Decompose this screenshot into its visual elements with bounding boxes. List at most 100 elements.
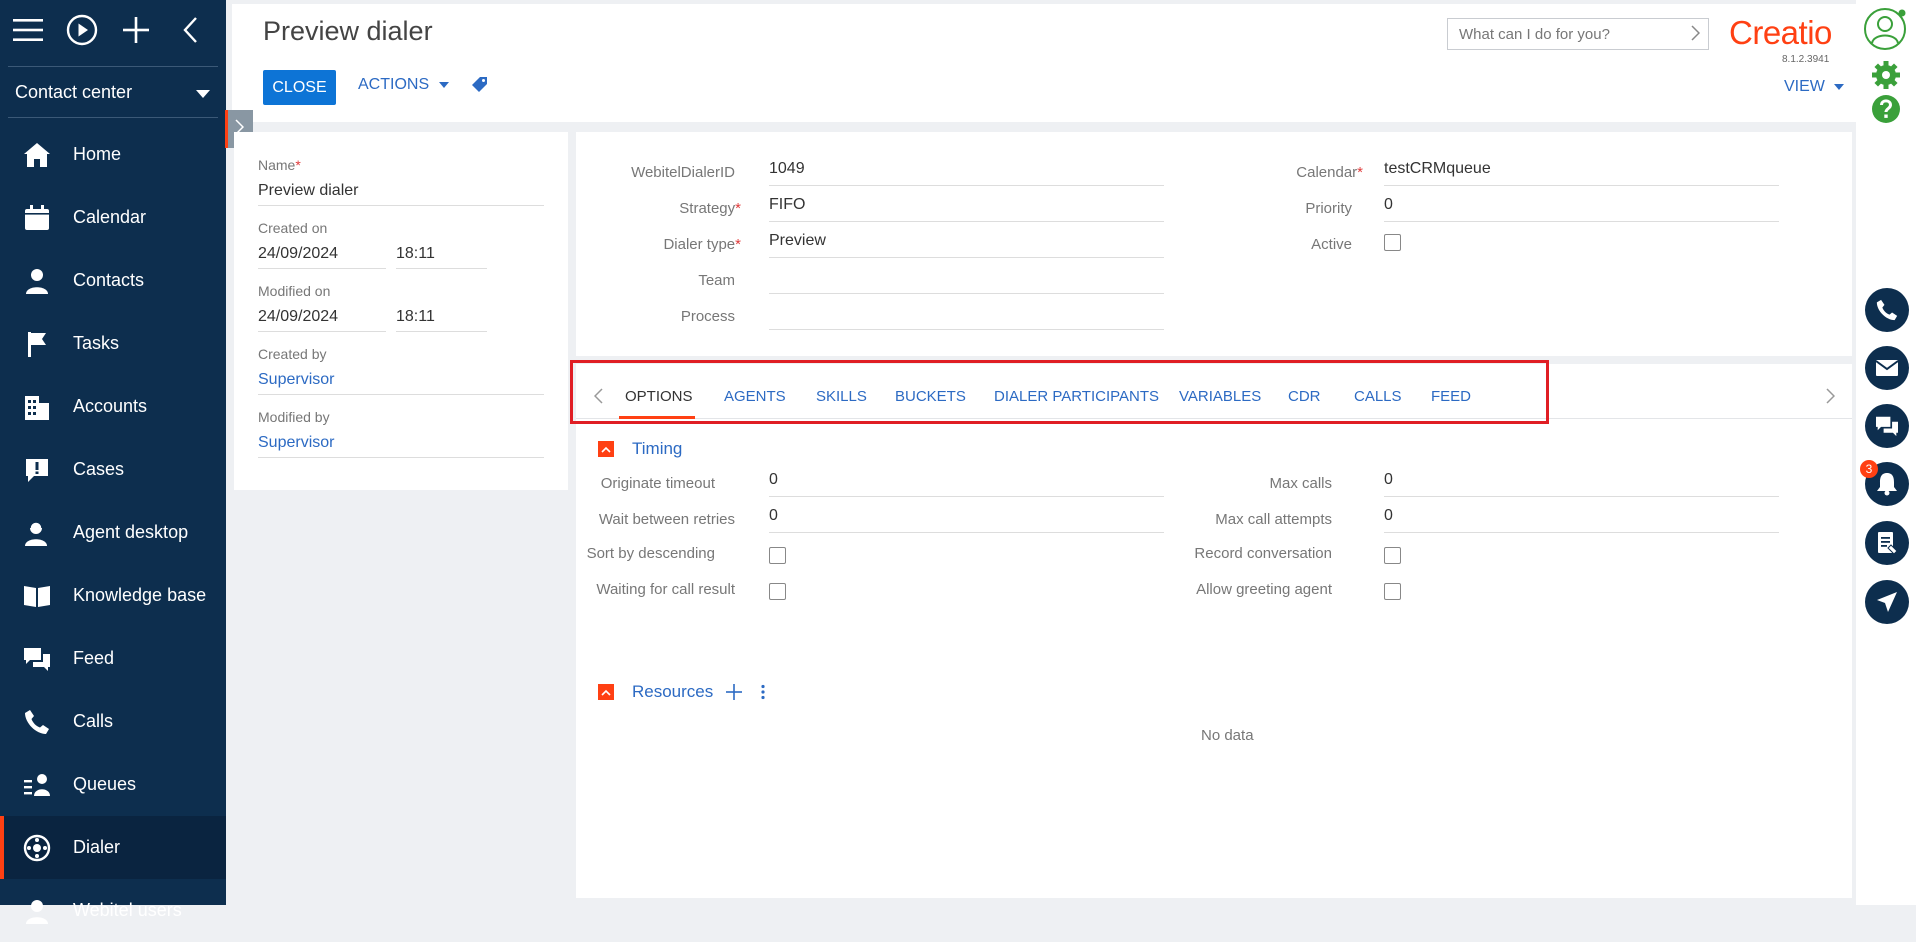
tab-bar: OPTIONS AGENTS SKILLS BUCKETS DIALER PAR…	[576, 364, 1852, 419]
sidebar-item-label: Feed	[73, 648, 115, 668]
sidebar-item-home[interactable]: Home	[0, 123, 226, 186]
view-button[interactable]: VIEW	[1784, 78, 1845, 96]
sidebar-item-cases[interactable]: Cases	[0, 438, 226, 501]
sidebar: Contact center Home Calendar Contacts Ta…	[0, 0, 226, 924]
timing-section-title[interactable]: Timing	[632, 439, 682, 459]
workplace-selector[interactable]: Contact center	[8, 66, 218, 118]
sidebar-item-calendar[interactable]: Calendar	[0, 186, 226, 249]
priority-field[interactable]: 0	[1384, 194, 1779, 222]
wait-between-retries-field[interactable]: 0	[769, 505, 1164, 533]
phone-icon[interactable]	[1865, 288, 1909, 332]
tab-dialer-participants[interactable]: DIALER PARTICIPANTS	[994, 388, 1159, 405]
sidebar-item-agent-desktop[interactable]: Agent desktop	[0, 501, 226, 564]
modified-time-field[interactable]: 18:11	[396, 305, 487, 332]
help-icon[interactable]	[1871, 94, 1901, 129]
waiting-call-result-checkbox[interactable]	[769, 583, 786, 600]
webitel-id-label: WebitelDialerID	[631, 164, 735, 181]
tab-calls[interactable]: CALLS	[1354, 388, 1402, 405]
sidebar-item-label: Calls	[73, 711, 114, 731]
originate-timeout-field[interactable]: 0	[769, 469, 1164, 497]
sidebar-item-accounts[interactable]: Accounts	[0, 375, 226, 438]
tab-variables[interactable]: VARIABLES	[1179, 388, 1261, 405]
tab-agents[interactable]: AGENTS	[724, 388, 786, 405]
team-field[interactable]	[769, 266, 1164, 294]
sidebar-item-calls[interactable]: Calls	[0, 690, 226, 753]
workplace-label: Contact center	[15, 81, 133, 102]
strategy-field[interactable]: FIFO	[769, 194, 1164, 222]
close-button[interactable]: CLOSE	[263, 70, 336, 105]
chevron-down-icon	[196, 82, 210, 103]
modified-date-field[interactable]: 24/09/2024	[258, 305, 386, 332]
created-date-field[interactable]: 24/09/2024	[258, 242, 386, 269]
version-label: 8.1.2.3941	[1782, 54, 1830, 65]
allow-greeting-agent-checkbox[interactable]	[1384, 583, 1401, 600]
sidebar-item-label: Webitel users	[73, 900, 182, 920]
avatar[interactable]	[1863, 7, 1907, 56]
chat-icon[interactable]	[1865, 404, 1909, 448]
tab-skills[interactable]: SKILLS	[816, 388, 867, 405]
resources-collapse-button[interactable]	[598, 684, 614, 700]
sidebar-item-feed[interactable]: Feed	[0, 627, 226, 690]
sidebar-item-webitel-users[interactable]: Webitel users	[0, 879, 226, 942]
created-time-field[interactable]: 18:11	[396, 242, 487, 269]
active-label: Active	[1311, 236, 1352, 253]
required-marker: *	[1357, 164, 1363, 181]
sidebar-item-queues[interactable]: Queues	[0, 753, 226, 816]
chevron-down-icon	[434, 76, 449, 93]
more-options-icon[interactable]	[760, 684, 766, 705]
priority-label: Priority	[1305, 200, 1352, 217]
tabs-scroll-left-icon[interactable]	[593, 388, 603, 409]
sidebar-item-tasks[interactable]: Tasks	[0, 312, 226, 375]
name-label: Name*	[258, 157, 301, 173]
created-by-link[interactable]: Supervisor	[258, 368, 544, 395]
tab-options[interactable]: OPTIONS	[625, 388, 693, 405]
resources-section-title[interactable]: Resources	[632, 682, 713, 702]
actions-label: ACTIONS	[358, 76, 430, 93]
sort-descending-checkbox[interactable]	[769, 547, 786, 564]
notification-badge: 3	[1860, 460, 1878, 478]
play-icon[interactable]	[64, 10, 100, 50]
required-marker: *	[295, 157, 301, 173]
command-search-input[interactable]: What can I do for you?	[1447, 18, 1709, 50]
tab-cdr[interactable]: CDR	[1288, 388, 1321, 405]
gear-icon[interactable]	[1871, 60, 1901, 95]
menu-icon[interactable]	[10, 10, 46, 50]
add-icon[interactable]	[118, 10, 154, 50]
actions-button[interactable]: ACTIONS	[358, 76, 449, 94]
timing-collapse-button[interactable]	[598, 441, 614, 457]
tab-feed[interactable]: FEED	[1431, 388, 1471, 405]
sidebar-item-label: Dialer	[73, 837, 121, 857]
max-calls-field[interactable]: 0	[1384, 469, 1779, 497]
process-field[interactable]	[769, 302, 1164, 330]
add-resource-icon[interactable]	[726, 684, 742, 705]
max-call-attempts-field[interactable]: 0	[1384, 505, 1779, 533]
record-conversation-checkbox[interactable]	[1384, 547, 1401, 564]
book-icon	[22, 581, 52, 611]
dialer-icon	[22, 833, 52, 863]
document-icon[interactable]	[1865, 521, 1909, 565]
collapse-menu-icon[interactable]	[172, 10, 208, 50]
sidebar-item-label: Contacts	[73, 270, 145, 290]
home-icon	[22, 140, 52, 170]
sidebar-item-knowledge-base[interactable]: Knowledge base	[0, 564, 226, 627]
record-conversation-label: Record conversation	[1194, 545, 1332, 562]
name-field[interactable]: Preview dialer	[258, 179, 544, 206]
email-icon[interactable]	[1865, 346, 1909, 390]
tab-buckets[interactable]: BUCKETS	[895, 388, 966, 405]
active-checkbox[interactable]	[1384, 234, 1401, 251]
calendar-field[interactable]: testCRMqueue	[1384, 158, 1779, 186]
send-icon[interactable]	[1865, 580, 1909, 624]
tag-icon[interactable]	[472, 76, 488, 97]
sidebar-item-dialer[interactable]: Dialer	[0, 816, 226, 879]
sidebar-item-label: Queues	[73, 774, 137, 794]
no-data-message: No data	[1201, 727, 1254, 744]
max-calls-label: Max calls	[1269, 475, 1332, 492]
allow-greeting-agent-label: Allow greeting agent	[1196, 581, 1332, 598]
sidebar-item-contacts[interactable]: Contacts	[0, 249, 226, 312]
webitel-id-field[interactable]: 1049	[769, 158, 1164, 186]
tabs-scroll-right-icon[interactable]	[1826, 388, 1836, 409]
required-marker: *	[735, 236, 741, 253]
modified-by-link[interactable]: Supervisor	[258, 431, 544, 458]
waiting-call-result-label: Waiting for call result	[596, 581, 735, 598]
dialer-type-field[interactable]: Preview	[769, 230, 1164, 258]
